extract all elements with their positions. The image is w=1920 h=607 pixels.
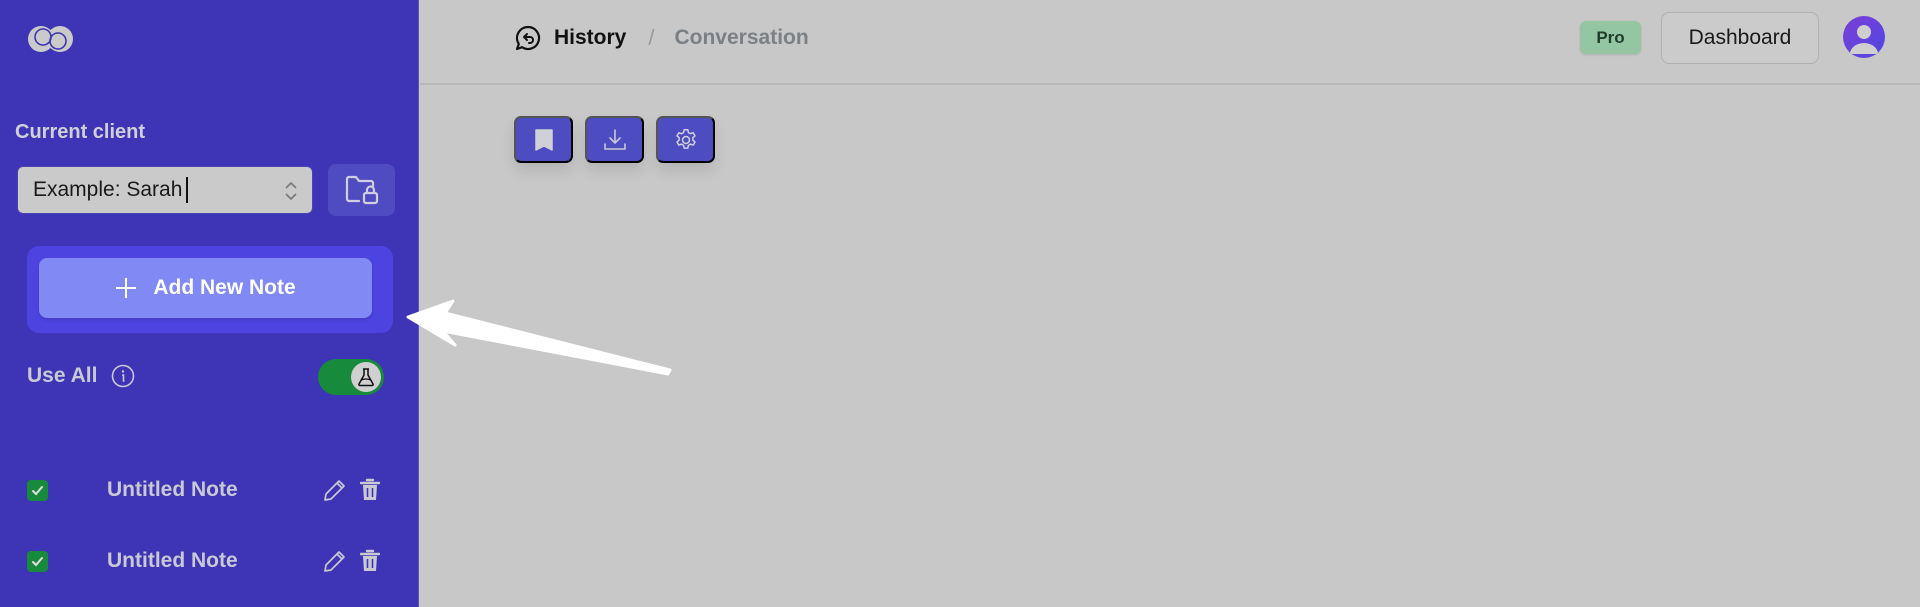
- user-avatar[interactable]: [1843, 16, 1885, 58]
- text-cursor: [186, 177, 189, 203]
- check-icon: [32, 556, 43, 566]
- add-new-note-button[interactable]: Add New Note: [39, 258, 372, 318]
- sidebar: Current client Example: Sarah Add New No…: [0, 0, 419, 607]
- use-all-row: Use All: [27, 364, 135, 388]
- client-select[interactable]: Example: Sarah: [17, 166, 313, 214]
- flask-icon: [358, 368, 374, 387]
- top-header: History / Conversation Pro Dashboard: [420, 0, 1920, 85]
- note-checkbox[interactable]: [27, 479, 48, 501]
- chevron-up-down-icon: [285, 181, 297, 201]
- chat-history-icon: [515, 25, 541, 51]
- folder-lock-button[interactable]: [328, 164, 395, 216]
- logo-icon[interactable]: [26, 24, 76, 54]
- breadcrumb: History / Conversation: [514, 24, 809, 52]
- download-button[interactable]: [585, 116, 644, 163]
- add-note-highlight: Add New Note: [27, 246, 393, 333]
- annotation-arrow: [406, 299, 672, 376]
- use-all-toggle[interactable]: [318, 359, 384, 395]
- add-new-note-label: Add New Note: [153, 276, 296, 299]
- gear-icon: [675, 128, 696, 149]
- dashboard-button[interactable]: Dashboard: [1661, 12, 1819, 64]
- plus-icon: [116, 278, 137, 298]
- note-list-item[interactable]: Untitled Note: [27, 475, 387, 505]
- pencil-icon[interactable]: [323, 549, 347, 573]
- trash-icon[interactable]: [360, 549, 380, 573]
- note-title[interactable]: Untitled Note: [107, 478, 238, 502]
- pencil-icon[interactable]: [323, 478, 347, 502]
- toggle-knob: [351, 362, 381, 392]
- pro-badge: Pro: [1580, 21, 1641, 54]
- bookmark-button[interactable]: [514, 116, 573, 163]
- check-icon: [32, 485, 43, 495]
- download-icon: [603, 128, 626, 150]
- note-checkbox[interactable]: [27, 550, 48, 572]
- note-title[interactable]: Untitled Note: [107, 549, 238, 573]
- settings-button[interactable]: [656, 116, 715, 163]
- note-list-item[interactable]: Untitled Note: [27, 546, 387, 576]
- folder-lock-icon: [345, 175, 378, 205]
- user-avatar-icon: [1850, 25, 1878, 54]
- info-icon[interactable]: [111, 364, 135, 388]
- breadcrumb-history[interactable]: History: [554, 26, 626, 50]
- breadcrumb-conversation[interactable]: Conversation: [674, 26, 808, 50]
- trash-icon[interactable]: [360, 478, 380, 502]
- current-client-label: Current client: [15, 121, 146, 143]
- bookmark-icon: [534, 128, 553, 151]
- conversation-toolbar: [514, 116, 715, 163]
- use-all-label: Use All: [27, 364, 98, 387]
- breadcrumb-separator: /: [648, 25, 655, 50]
- client-select-value: Example: Sarah: [33, 178, 183, 201]
